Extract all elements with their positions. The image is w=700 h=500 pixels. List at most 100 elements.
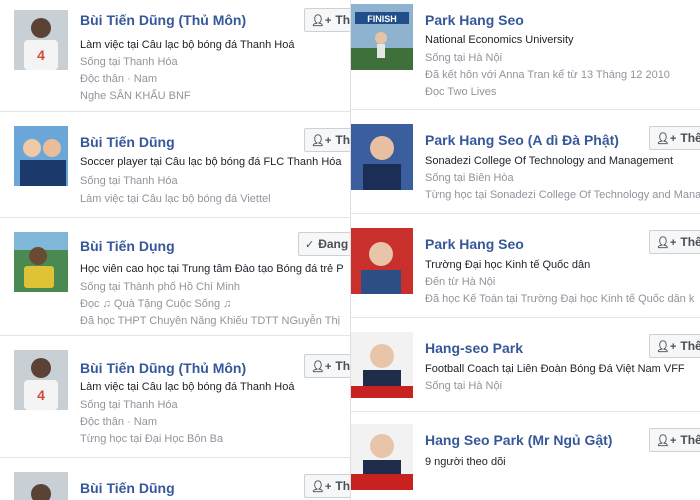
result-detail: Sống tại Hà Nội xyxy=(425,380,503,392)
result-detail: Học viên cao học tại Trung tâm Đào tạo B… xyxy=(80,263,344,275)
result-detail: Làm việc tại Câu lạc bộ bóng đá Viettel xyxy=(80,193,271,205)
result-name[interactable]: Hang-seo Park xyxy=(425,340,523,356)
result-detail: Từng học tại Sonadezi College Of Technol… xyxy=(425,189,700,201)
result-detail: Soccer player tại Câu lạc bộ bóng đá FLC… xyxy=(80,156,342,168)
search-result-card[interactable]: Hang-seo Park Football Coach tại Liên Đo… xyxy=(351,320,700,412)
add-friend-label: Thêm xyxy=(680,131,700,145)
result-name[interactable]: Park Hang Seo xyxy=(425,12,524,28)
add-friend-button[interactable]: 👤︎+Thêm xyxy=(304,128,350,152)
add-friend-label: Thêm xyxy=(680,235,700,249)
search-result-card[interactable]: Bùi Tiến Dũng 👤︎+Thêm xyxy=(0,460,350,500)
profile-photo[interactable]: FINISH xyxy=(351,4,413,70)
add-friend-icon: 👤︎+ xyxy=(656,236,677,249)
result-detail: Đã học Kế Toán tại Trường Đại học Kinh t… xyxy=(425,293,695,305)
add-friend-button[interactable]: 👤︎+Thêm xyxy=(649,230,700,254)
add-friend-label: Thêm xyxy=(680,433,700,447)
add-friend-label: Thêm xyxy=(335,359,350,373)
profile-photo[interactable] xyxy=(351,124,413,190)
add-friend-label: Thêm xyxy=(335,479,350,493)
result-detail: Đọc Two Lives xyxy=(425,86,497,98)
profile-photo[interactable] xyxy=(14,232,68,292)
add-friend-icon: 👤︎+ xyxy=(656,434,677,447)
add-friend-button[interactable]: 👤︎+Thêm xyxy=(649,428,700,452)
left-results-column: 4 Bùi Tiến Dũng (Thủ Môn) Làm việc tại C… xyxy=(0,0,350,500)
friends-button[interactable]: ✓ Đang xyxy=(298,232,350,256)
add-friend-icon: 👤︎+ xyxy=(311,14,332,27)
add-friend-icon: 👤︎+ xyxy=(311,134,332,147)
result-name[interactable]: Park Hang Seo (A dì Đà Phật) xyxy=(425,132,619,148)
result-detail: Làm việc tại Câu lạc bộ bóng đá Thanh Ho… xyxy=(80,39,295,51)
add-friend-button[interactable]: 👤︎+Thêm xyxy=(304,354,350,378)
result-detail: Sống tại Biên Hòa xyxy=(425,172,514,184)
add-friend-button[interactable]: 👤︎+Thêm xyxy=(304,8,350,32)
person-silhouette-icon xyxy=(351,228,413,294)
result-detail: 9 người theo dõi xyxy=(425,456,506,468)
person-silhouette-icon: 4 xyxy=(14,350,68,410)
result-name[interactable]: Bùi Tiến Dũng (Thủ Môn) xyxy=(80,360,246,376)
person-silhouette-icon xyxy=(14,126,68,186)
result-detail: Làm việc tại Câu lạc bộ bóng đá Thanh Ho… xyxy=(80,381,295,393)
add-friend-label: Thêm xyxy=(680,339,700,353)
search-result-card[interactable]: Bùi Tiến Dụng Học viên cao học tại Trung… xyxy=(0,220,350,336)
svg-text:4: 4 xyxy=(37,387,45,403)
add-friend-icon: 👤︎+ xyxy=(311,480,332,493)
profile-photo[interactable] xyxy=(14,126,68,186)
result-name[interactable]: Bùi Tiến Dũng xyxy=(80,134,175,150)
result-detail: Đã học THPT Chuyên Năng Khiếu TDTT NGuyễ… xyxy=(80,315,341,327)
profile-photo[interactable]: 4 xyxy=(14,350,68,410)
result-name[interactable]: Bùi Tiến Dụng xyxy=(80,238,175,254)
svg-text:4: 4 xyxy=(37,47,45,63)
profile-photo[interactable] xyxy=(14,472,68,500)
result-detail: Từng học tại Đại Học Bôn Ba xyxy=(80,433,224,445)
result-detail: Đến từ Hà Nội xyxy=(425,276,496,288)
result-detail: Sống tại Hà Nội xyxy=(425,52,503,64)
search-result-card[interactable]: Hang Seo Park (Mr Ngủ Gật) 9 người theo … xyxy=(351,414,700,500)
search-result-card[interactable]: FINISH Park Hang Seo National Economics … xyxy=(351,0,700,110)
profile-photo[interactable] xyxy=(351,424,413,490)
result-detail: Sống tại Thanh Hóa xyxy=(80,56,178,68)
profile-photo[interactable] xyxy=(351,228,413,294)
result-name[interactable]: Bùi Tiến Dũng (Thủ Môn) xyxy=(80,12,246,28)
result-name[interactable]: Park Hang Seo xyxy=(425,236,524,252)
add-friend-icon: 👤︎+ xyxy=(311,360,332,373)
result-detail: Đã kết hôn với Anna Tran kể từ 13 Tháng … xyxy=(425,69,670,81)
search-result-card[interactable]: Bùi Tiến Dũng Soccer player tại Câu lạc … xyxy=(0,114,350,218)
checkmark-icon: ✓ xyxy=(305,238,315,251)
finish-banner-text: FINISH xyxy=(367,14,397,24)
add-friend-button[interactable]: 👤︎+Thêm xyxy=(304,474,350,498)
result-detail: Sống tại Thanh Hóa xyxy=(80,399,178,411)
result-detail: Sống tại Thành phố Hồ Chí Minh xyxy=(80,281,241,293)
search-result-card[interactable]: 4 Bùi Tiến Dũng (Thủ Môn) Làm việc tại C… xyxy=(0,0,350,112)
person-silhouette-icon: 4 xyxy=(14,10,68,70)
search-result-card[interactable]: Park Hang Seo Trường Đại học Kinh tế Quố… xyxy=(351,216,700,318)
result-detail: Đọc ♫ Quà Tặng Cuộc Sống ♫ xyxy=(80,298,232,310)
result-detail: Nghe SÂN KHẤU BNF xyxy=(80,90,191,102)
result-detail: Độc thân · Nam xyxy=(80,73,158,85)
search-result-card[interactable]: Park Hang Seo (A dì Đà Phật) Sonadezi Co… xyxy=(351,112,700,214)
friends-label: Đang xyxy=(318,237,349,251)
finish-line-photo-icon: FINISH xyxy=(351,4,413,70)
person-silhouette-icon xyxy=(351,424,413,490)
add-friend-button[interactable]: 👤︎+Thêm xyxy=(649,334,700,358)
add-friend-icon: 👤︎+ xyxy=(656,340,677,353)
person-silhouette-icon xyxy=(351,332,413,398)
result-detail: National Economics University xyxy=(425,34,574,46)
result-name[interactable]: Bùi Tiến Dũng xyxy=(80,480,175,496)
person-silhouette-icon xyxy=(351,124,413,190)
add-friend-label: Thêm xyxy=(335,13,350,27)
right-results-column: FINISH Park Hang Seo National Economics … xyxy=(350,0,700,500)
result-detail: Football Coach tại Liên Đoàn Bóng Đá Việ… xyxy=(425,363,685,375)
add-friend-icon: 👤︎+ xyxy=(656,132,677,145)
profile-photo[interactable] xyxy=(351,332,413,398)
result-name[interactable]: Hang Seo Park (Mr Ngủ Gật) xyxy=(425,432,612,448)
add-friend-label: Thêm xyxy=(335,133,350,147)
result-detail: Độc thân · Nam xyxy=(80,416,158,428)
search-result-card[interactable]: 4 Bùi Tiến Dũng (Thủ Môn) Làm việc tại C… xyxy=(0,338,350,458)
profile-photo[interactable]: 4 xyxy=(14,10,68,70)
result-detail: Sống tại Thanh Hóa xyxy=(80,175,178,187)
person-silhouette-icon xyxy=(14,472,68,500)
add-friend-button[interactable]: 👤︎+Thêm xyxy=(649,126,700,150)
result-detail: Trường Đại học Kinh tế Quốc dân xyxy=(425,259,591,271)
person-silhouette-icon xyxy=(14,232,68,292)
result-detail: Sonadezi College Of Technology and Manag… xyxy=(425,155,674,167)
